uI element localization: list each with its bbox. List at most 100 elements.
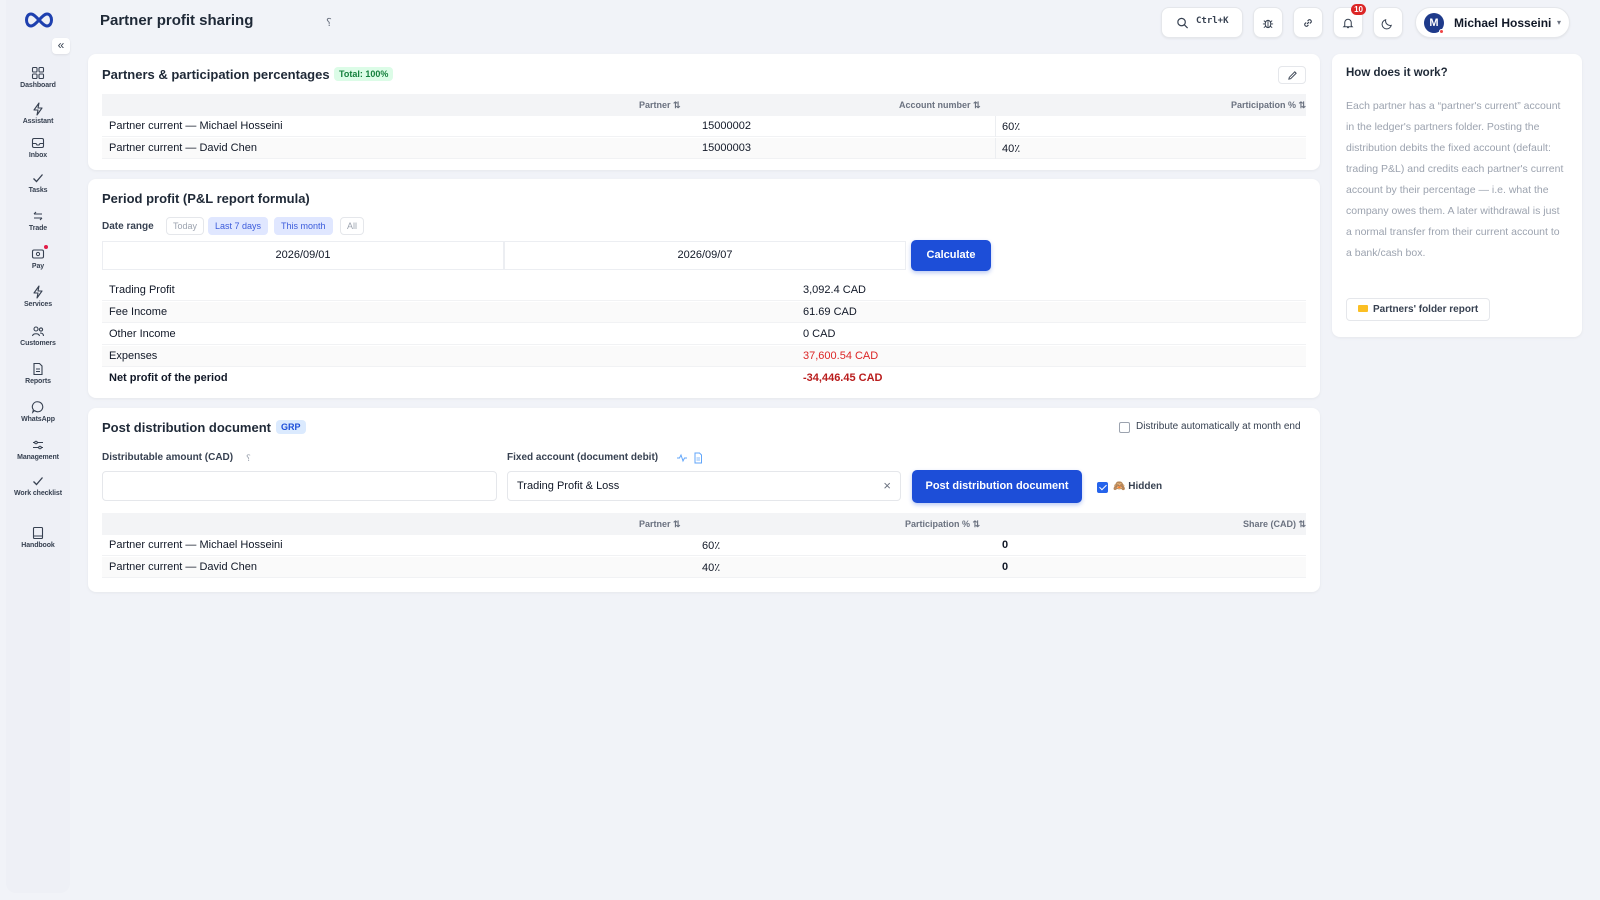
profit-label: Trading Profit: [109, 284, 175, 296]
check-icon: [31, 171, 45, 185]
table-row[interactable]: Partner current — Michael Hosseini 60٪ 0: [102, 535, 1306, 556]
help-hint-icon[interactable]: ؟: [326, 16, 332, 29]
amount-hint-icon[interactable]: ؟: [246, 453, 251, 464]
share-cell: 0: [1002, 539, 1009, 551]
chip-all[interactable]: All: [340, 217, 365, 235]
date-to-field[interactable]: 2026/09/07: [504, 241, 906, 270]
date-from-field[interactable]: 2026/09/01: [102, 241, 504, 270]
bolt-icon: [31, 285, 45, 299]
auto-distribute-label: Distribute automatically at month end: [1136, 421, 1301, 432]
bug-icon: [1262, 19, 1274, 28]
notifications-button[interactable]: 10: [1333, 4, 1366, 38]
sidebar-item-label: Inbox: [28, 152, 48, 159]
sidebar-item-label: Assistant: [22, 118, 54, 125]
sidebar-item-whatsapp[interactable]: WhatsApp: [6, 400, 70, 432]
user-menu[interactable]: M Michael Hosseini ▾: [1415, 7, 1570, 38]
sidebar-item-tasks[interactable]: Tasks: [6, 171, 70, 203]
column-header-participation[interactable]: Participation % ⇅: [1231, 100, 1306, 111]
edit-button[interactable]: [1278, 66, 1306, 84]
bug-report-button[interactable]: [1253, 7, 1283, 38]
account-cell: 15000003: [702, 142, 751, 154]
sidebar-item-label: Services: [23, 301, 52, 308]
chip-last-7-days[interactable]: Last 7 days: [208, 217, 269, 235]
pencil-icon: [1288, 71, 1297, 80]
column-header-account-number[interactable]: Account number ⇅: [899, 100, 981, 111]
partner-cell: Partner current — David Chen: [109, 142, 257, 154]
clear-icon[interactable]: ×: [883, 478, 891, 493]
column-divider: [995, 138, 996, 159]
sliders-icon: [31, 438, 45, 452]
column-header-participation[interactable]: Participation % ⇅: [905, 519, 980, 530]
sidebar-item-dashboard[interactable]: Dashboard: [6, 66, 70, 98]
sidebar-item-label: Work checklist: [14, 490, 62, 497]
table-row[interactable]: Partner current — David Chen 40٪ 0: [102, 557, 1306, 578]
sidebar-item-assistant[interactable]: Assistant: [6, 102, 70, 134]
sidebar-item-pay[interactable]: Pay: [6, 245, 70, 279]
profit-table: Trading Profit 3,092.4 CAD Fee Income 61…: [102, 280, 1306, 390]
search-icon: [1177, 17, 1189, 29]
collapse-sidebar-button[interactable]: «: [52, 38, 70, 54]
table-row[interactable]: Partner current — Michael Hosseini 15000…: [102, 116, 1306, 137]
partner-cell: Partner current — Michael Hosseini: [109, 120, 283, 132]
partners-folder-report-button[interactable]: Partners' folder report: [1346, 298, 1491, 321]
table-row[interactable]: Partner current — David Chen 15000003 40…: [102, 138, 1306, 159]
sidebar: « Dashboard Assistant Inbox Tasks Trade …: [6, 0, 70, 893]
distribution-card: Post distribution document GRP Distribut…: [88, 408, 1320, 592]
link-icon: [1304, 18, 1312, 27]
expenses-value: 37,600.54 CAD: [803, 350, 879, 362]
sidebar-item-label: WhatsApp: [21, 416, 55, 423]
link-button[interactable]: [1293, 7, 1323, 38]
sidebar-item-handbook[interactable]: Handbook: [6, 526, 70, 558]
sidebar-item-services[interactable]: Services: [6, 285, 70, 317]
sidebar-item-label: Handbook: [21, 542, 55, 549]
users-icon: [31, 324, 45, 338]
period-profit-card: Period profit (P&L report formula) Date …: [88, 179, 1320, 398]
sidebar-item-work-checklist[interactable]: Work checklist: [6, 474, 70, 506]
sidebar-item-trade[interactable]: Trade: [6, 209, 70, 241]
post-distribution-button[interactable]: Post distribution document: [912, 470, 1082, 503]
table-header: Partner ⇅ Participation % ⇅ Share (CAD) …: [102, 513, 1306, 535]
table-row: Fee Income 61.69 CAD: [102, 302, 1306, 323]
hidden-checkbox[interactable]: [1097, 482, 1108, 493]
search-button[interactable]: Ctrl+K: [1161, 7, 1243, 38]
auto-distribute-checkbox[interactable]: [1119, 422, 1130, 433]
check-icon: [31, 474, 45, 488]
chip-today[interactable]: Today: [166, 217, 205, 235]
notification-dot: [44, 245, 48, 249]
sidebar-item-reports[interactable]: Reports: [6, 362, 70, 394]
chevron-down-icon: ▾: [1556, 18, 1561, 27]
infinity-logo-icon[interactable]: [22, 8, 56, 32]
partner-cell: Partner current — David Chen: [109, 561, 257, 573]
share-cell: 0: [1002, 561, 1009, 573]
inbox-icon: [31, 136, 45, 150]
sidebar-item-customers[interactable]: Customers: [6, 324, 70, 356]
partners-title: Partners & participation percentages: [102, 67, 330, 82]
distributable-amount-label: Distributable amount (CAD): [102, 452, 234, 463]
activity-icon[interactable]: [676, 452, 688, 464]
table-row: Net profit of the period -34,446.45 CAD: [102, 368, 1306, 389]
column-header-partner[interactable]: Partner ⇅: [639, 519, 681, 530]
profit-value: 61.69 CAD: [803, 306, 857, 318]
participation-cell: 60٪: [1002, 121, 1021, 133]
help-card: How does it work? Each partner has a “pa…: [1332, 54, 1582, 337]
profit-value: 0 CAD: [803, 328, 836, 340]
user-name: Michael Hosseini: [1454, 16, 1552, 30]
chip-this-month[interactable]: This month: [274, 217, 333, 235]
distributable-amount-input[interactable]: [102, 471, 497, 501]
sidebar-item-label: Management: [17, 454, 59, 461]
document-icon[interactable]: [692, 452, 704, 464]
help-body: Each partner has a “partner's current” a…: [1346, 100, 1564, 259]
sidebar-item-management[interactable]: Management: [6, 438, 70, 470]
calculate-button[interactable]: Calculate: [911, 240, 991, 271]
fixed-account-select[interactable]: Trading Profit & Loss ×: [507, 471, 901, 501]
help-title: How does it work?: [1346, 67, 1448, 79]
fixed-account-label: Fixed account (document debit): [507, 452, 659, 463]
account-cell: 15000002: [702, 120, 751, 132]
wallet-icon: [31, 245, 48, 261]
dashboard-icon: [31, 66, 45, 80]
dark-mode-toggle[interactable]: [1373, 7, 1403, 38]
sidebar-item-inbox[interactable]: Inbox: [6, 136, 70, 168]
column-header-partner[interactable]: Partner ⇅: [639, 100, 681, 111]
column-header-share[interactable]: Share (CAD) ⇅: [1243, 519, 1306, 530]
hidden-label: 🙈 Hidden: [1113, 481, 1163, 492]
